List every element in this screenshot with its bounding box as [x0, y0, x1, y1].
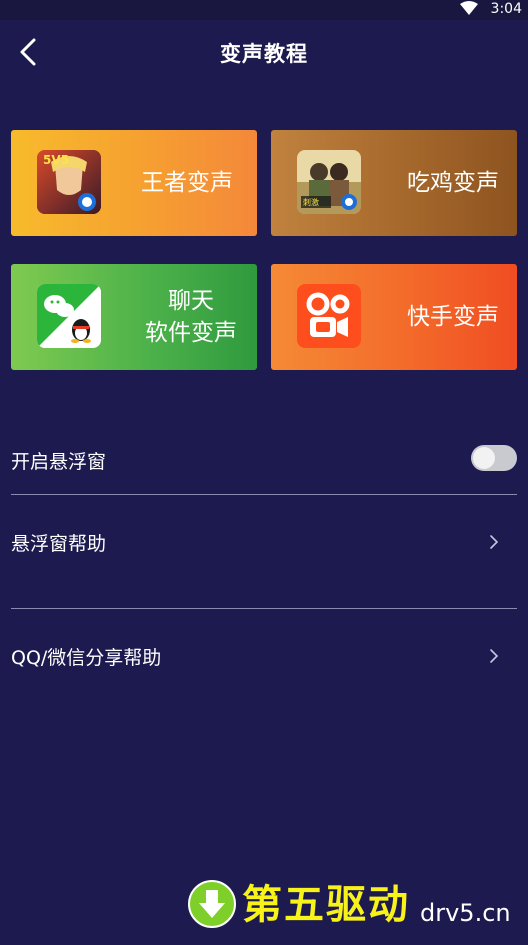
title-bar: 变声教程	[0, 20, 528, 84]
card-chiji-voice[interactable]: 刺激 吃鸡变声	[271, 130, 517, 236]
wechat-qq-icon	[37, 284, 101, 348]
card-chat-label-line2: 软件变声	[145, 320, 237, 346]
card-kuaishou-label: 快手变声	[407, 304, 499, 330]
kuaishou-icon	[297, 284, 361, 348]
floating-window-row[interactable]: 开启悬浮窗	[11, 444, 517, 476]
floating-window-toggle[interactable]	[471, 445, 517, 471]
watermark-text: 第五驱动	[242, 882, 410, 928]
pubg-icon: 刺激	[297, 150, 361, 214]
svg-text:刺激: 刺激	[303, 197, 319, 207]
watermark-domain: drv5.cn	[420, 899, 511, 927]
card-chat-label-line1: 聊天	[168, 288, 214, 314]
floating-window-label: 开启悬浮窗	[11, 451, 107, 473]
divider	[11, 608, 517, 609]
status-bar: 3:04	[0, 0, 528, 20]
card-kuaishou-voice[interactable]: 快手变声	[271, 264, 517, 370]
wifi-icon	[460, 1, 478, 15]
divider	[11, 494, 517, 495]
watermark: 第五驱动 drv5.cn	[188, 878, 518, 934]
floating-help-label: 悬浮窗帮助	[11, 533, 107, 555]
status-time: 3:04	[490, 1, 522, 17]
chevron-right-icon	[490, 535, 499, 549]
honor-of-kings-icon: 5V5	[37, 150, 101, 214]
svg-text:5V5: 5V5	[43, 153, 69, 167]
floating-help-row[interactable]: 悬浮窗帮助	[11, 526, 517, 558]
card-chat-voice[interactable]: 聊天 软件变声	[11, 264, 257, 370]
download-arrow-icon	[188, 880, 236, 928]
share-help-label: QQ/微信分享帮助	[11, 647, 162, 669]
card-chiji-label: 吃鸡变声	[407, 170, 499, 196]
chevron-right-icon	[490, 649, 499, 663]
toggle-knob	[473, 447, 495, 469]
share-help-row[interactable]: QQ/微信分享帮助	[11, 640, 517, 672]
card-wangzhe-label: 王者变声	[141, 170, 233, 196]
card-wangzhe-voice[interactable]: 5V5 王者变声	[11, 130, 257, 236]
page-title: 变声教程	[220, 42, 308, 66]
